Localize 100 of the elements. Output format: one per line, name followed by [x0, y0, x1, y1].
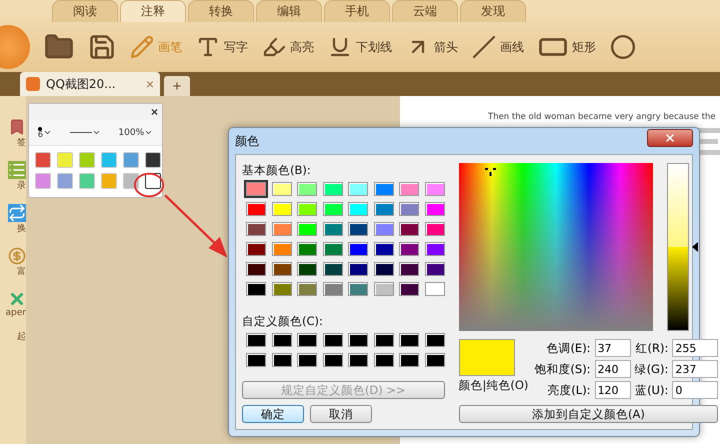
color-swatch[interactable]: [348, 262, 368, 276]
custom-color-swatch[interactable]: [374, 353, 394, 367]
close-button[interactable]: [647, 129, 693, 147]
toolbar-button[interactable]: [610, 34, 636, 60]
color-swatch[interactable]: [297, 202, 317, 216]
luminance-bar[interactable]: [666, 163, 688, 331]
custom-color-swatch[interactable]: [424, 333, 444, 347]
color-swatch[interactable]: [297, 282, 317, 296]
custom-color-swatch[interactable]: [272, 333, 292, 347]
custom-color-swatch[interactable]: [246, 353, 266, 367]
input-field[interactable]: 240: [594, 360, 631, 378]
ribbon-tab[interactable]: 阅读: [52, 0, 118, 22]
new-tab-button[interactable]: +: [164, 76, 190, 96]
color-swatch[interactable]: [374, 262, 394, 276]
document-tab[interactable]: QQ截图20... ×: [20, 72, 160, 96]
custom-color-swatch[interactable]: [322, 333, 342, 347]
color-swatch[interactable]: [399, 202, 419, 216]
sidebar-label[interactable]: 起: [17, 330, 26, 343]
close-button[interactable]: ×: [150, 104, 158, 120]
color-swatch[interactable]: [348, 222, 368, 236]
toolbar-button[interactable]: 下划线: [328, 35, 392, 59]
toolbar-button[interactable]: 画线: [472, 35, 524, 59]
color-swatch[interactable]: [246, 222, 266, 236]
color-swatch[interactable]: [399, 222, 419, 236]
color-swatch[interactable]: [272, 182, 292, 196]
ribbon-tab[interactable]: 注释: [120, 0, 186, 22]
toolbar-button[interactable]: 写字: [196, 35, 248, 59]
cancel-button[interactable]: 取消: [310, 405, 372, 423]
luminance-arrow-icon[interactable]: [692, 242, 698, 252]
color-swatch[interactable]: [348, 182, 368, 196]
custom-color-swatch[interactable]: [348, 353, 368, 367]
color-swatch[interactable]: [272, 282, 292, 296]
color-swatch[interactable]: [424, 282, 444, 296]
color-swatch[interactable]: [374, 182, 394, 196]
color-swatch[interactable]: [374, 242, 394, 256]
color-swatch[interactable]: [322, 202, 342, 216]
sidebar-label[interactable]: 换: [17, 222, 26, 235]
color-swatch[interactable]: [399, 182, 419, 196]
custom-color-swatch[interactable]: [348, 333, 368, 347]
custom-color-swatch[interactable]: [246, 333, 266, 347]
color-swatch[interactable]: [297, 182, 317, 196]
color-swatch[interactable]: [348, 242, 368, 256]
toolbar-button[interactable]: 高亮: [262, 35, 314, 59]
color-swatch[interactable]: [424, 242, 444, 256]
custom-color-swatch[interactable]: [374, 333, 394, 347]
color-swatch[interactable]: [297, 262, 317, 276]
color-swatch[interactable]: [272, 262, 292, 276]
color-swatch[interactable]: [399, 282, 419, 296]
color-swatch[interactable]: [424, 182, 444, 196]
input-field[interactable]: 37: [594, 339, 631, 357]
input-field[interactable]: 120: [594, 381, 631, 399]
sidebar-label[interactable]: 录: [17, 179, 26, 192]
ribbon-tab[interactable]: 手机: [324, 0, 390, 22]
color-swatch[interactable]: [246, 182, 266, 196]
input-field[interactable]: 255: [672, 339, 718, 357]
color-swatch[interactable]: [374, 222, 394, 236]
color-swatch[interactable]: [272, 222, 292, 236]
size-dropdown[interactable]: 6: [38, 126, 52, 138]
color-swatch[interactable]: [399, 242, 419, 256]
color-swatch[interactable]: [272, 202, 292, 216]
color-swatch[interactable]: [424, 202, 444, 216]
ribbon-tab[interactable]: 转换: [188, 0, 254, 22]
color-swatch[interactable]: [424, 222, 444, 236]
color-swatch[interactable]: [374, 202, 394, 216]
sidebar-label[interactable]: 签: [17, 136, 26, 149]
custom-color-swatch[interactable]: [399, 333, 419, 347]
color-swatch[interactable]: [246, 262, 266, 276]
custom-color-swatch[interactable]: [272, 353, 292, 367]
sidebar-label[interactable]: 富: [17, 265, 26, 278]
color-swatch[interactable]: [272, 242, 292, 256]
custom-color-swatch[interactable]: [424, 353, 444, 367]
color-swatch[interactable]: [322, 182, 342, 196]
color-swatch[interactable]: [246, 242, 266, 256]
ok-button[interactable]: 确定: [242, 405, 304, 423]
line-style-dropdown[interactable]: [70, 128, 101, 137]
toolbar-button[interactable]: 矩形: [538, 32, 596, 62]
custom-color-swatch[interactable]: [297, 353, 317, 367]
color-swatch[interactable]: [322, 262, 342, 276]
ribbon-tab[interactable]: 发现: [460, 0, 526, 22]
opacity-dropdown[interactable]: 100%: [118, 128, 154, 138]
color-swatch[interactable]: [246, 202, 266, 216]
toolbar-button[interactable]: 箭头: [406, 35, 458, 59]
ribbon-tab[interactable]: 编辑: [256, 0, 322, 22]
color-spectrum[interactable]: [458, 163, 652, 331]
add-to-custom-colors-button[interactable]: 添加到自定义颜色(A): [458, 405, 718, 423]
input-field[interactable]: 237: [672, 360, 718, 378]
color-swatch[interactable]: [322, 282, 342, 296]
luminance-level-fill[interactable]: [668, 247, 688, 330]
color-swatch[interactable]: [297, 222, 317, 236]
custom-color-swatch[interactable]: [399, 353, 419, 367]
color-swatch[interactable]: [322, 222, 342, 236]
color-swatch[interactable]: [348, 202, 368, 216]
color-swatch[interactable]: [246, 282, 266, 296]
color-swatch[interactable]: [322, 242, 342, 256]
toolbar-button[interactable]: [88, 33, 116, 61]
sidebar-label[interactable]: aper: [6, 308, 26, 318]
color-swatch[interactable]: [374, 282, 394, 296]
color-swatch[interactable]: [297, 242, 317, 256]
custom-color-swatch[interactable]: [322, 353, 342, 367]
custom-color-swatch[interactable]: [297, 333, 317, 347]
